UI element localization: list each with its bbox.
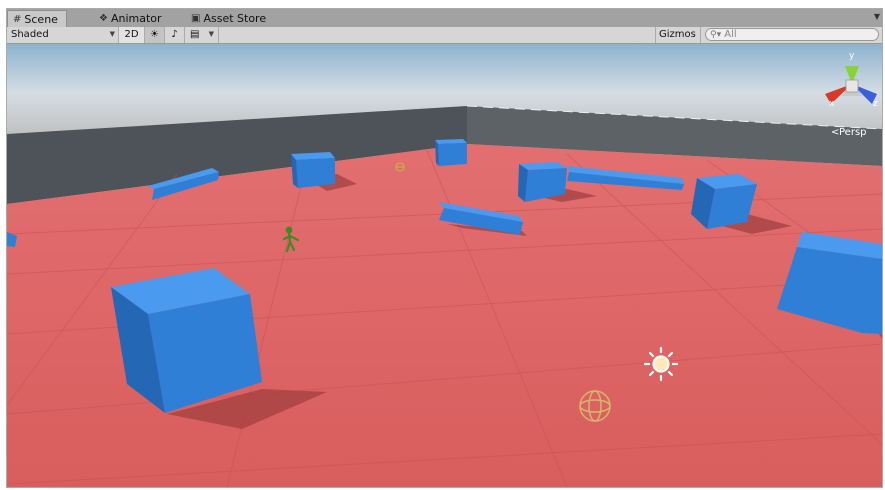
- search-input[interactable]: ⚲▾ All: [705, 28, 879, 41]
- asset-store-icon: ▣: [191, 13, 201, 24]
- cube-right[interactable]: [691, 174, 757, 229]
- 2d-toggle-button[interactable]: 2D: [119, 27, 145, 43]
- scene-toolbar: Shaded ▼ 2D ☀ ♪ ▤ ▼ Gizmos ▼ ⚲▾ All: [7, 27, 882, 54]
- speaker-icon: ♪: [171, 29, 178, 40]
- animator-icon: ❖: [99, 13, 108, 24]
- tab-asset-store[interactable]: ▣ Asset Store: [191, 11, 266, 27]
- search-icon: ⚲▾: [710, 30, 722, 40]
- scene-window: # Scene ❖ Animator ▣ Asset Store ▼ Shade…: [6, 8, 883, 488]
- scene-audio-button[interactable]: ♪: [165, 27, 185, 43]
- shading-mode-label: Shaded: [11, 29, 49, 40]
- sun-icon: ☀: [150, 29, 159, 40]
- cube-back-left[interactable]: [291, 152, 335, 188]
- tab-menu-chevron-icon[interactable]: ▼: [874, 12, 880, 21]
- tab-animator-label: Animator: [110, 12, 162, 25]
- gizmos-label: Gizmos: [659, 29, 696, 40]
- search-placeholder: All: [724, 29, 737, 40]
- axis-y-label: y: [849, 51, 855, 61]
- scene-effects-dropdown[interactable]: ▤ ▼: [185, 27, 219, 43]
- tab-asset-store-label: Asset Store: [203, 12, 267, 25]
- tab-scene[interactable]: # Scene: [7, 10, 67, 28]
- tab-scene-label: Scene: [24, 12, 58, 26]
- tab-animator[interactable]: ❖ Animator: [99, 11, 162, 27]
- scene-viewport[interactable]: y x z < Persp: [7, 44, 882, 487]
- gizmo-center-cube[interactable]: [845, 79, 859, 93]
- scene-lighting-button[interactable]: ☀: [145, 27, 165, 43]
- tab-bar: # Scene ❖ Animator ▣ Asset Store ▼: [7, 9, 882, 28]
- projection-label[interactable]: Persp: [839, 127, 867, 138]
- scene-grid-icon: #: [13, 13, 22, 25]
- 2d-toggle-label: 2D: [124, 29, 139, 40]
- gizmos-dropdown[interactable]: Gizmos ▼: [655, 27, 701, 54]
- axis-z-label: z: [873, 99, 878, 109]
- chevron-down-icon: ▼: [208, 30, 214, 38]
- directional-light-icon[interactable]: [643, 346, 679, 382]
- image-icon: ▤: [190, 29, 200, 40]
- axis-x-label: x: [829, 99, 835, 109]
- shading-mode-dropdown[interactable]: Shaded ▼: [7, 27, 119, 43]
- scene-canvas[interactable]: y x z < Persp: [7, 44, 882, 487]
- cube-back-center[interactable]: [435, 139, 467, 166]
- chevron-down-icon: ▼: [109, 30, 115, 38]
